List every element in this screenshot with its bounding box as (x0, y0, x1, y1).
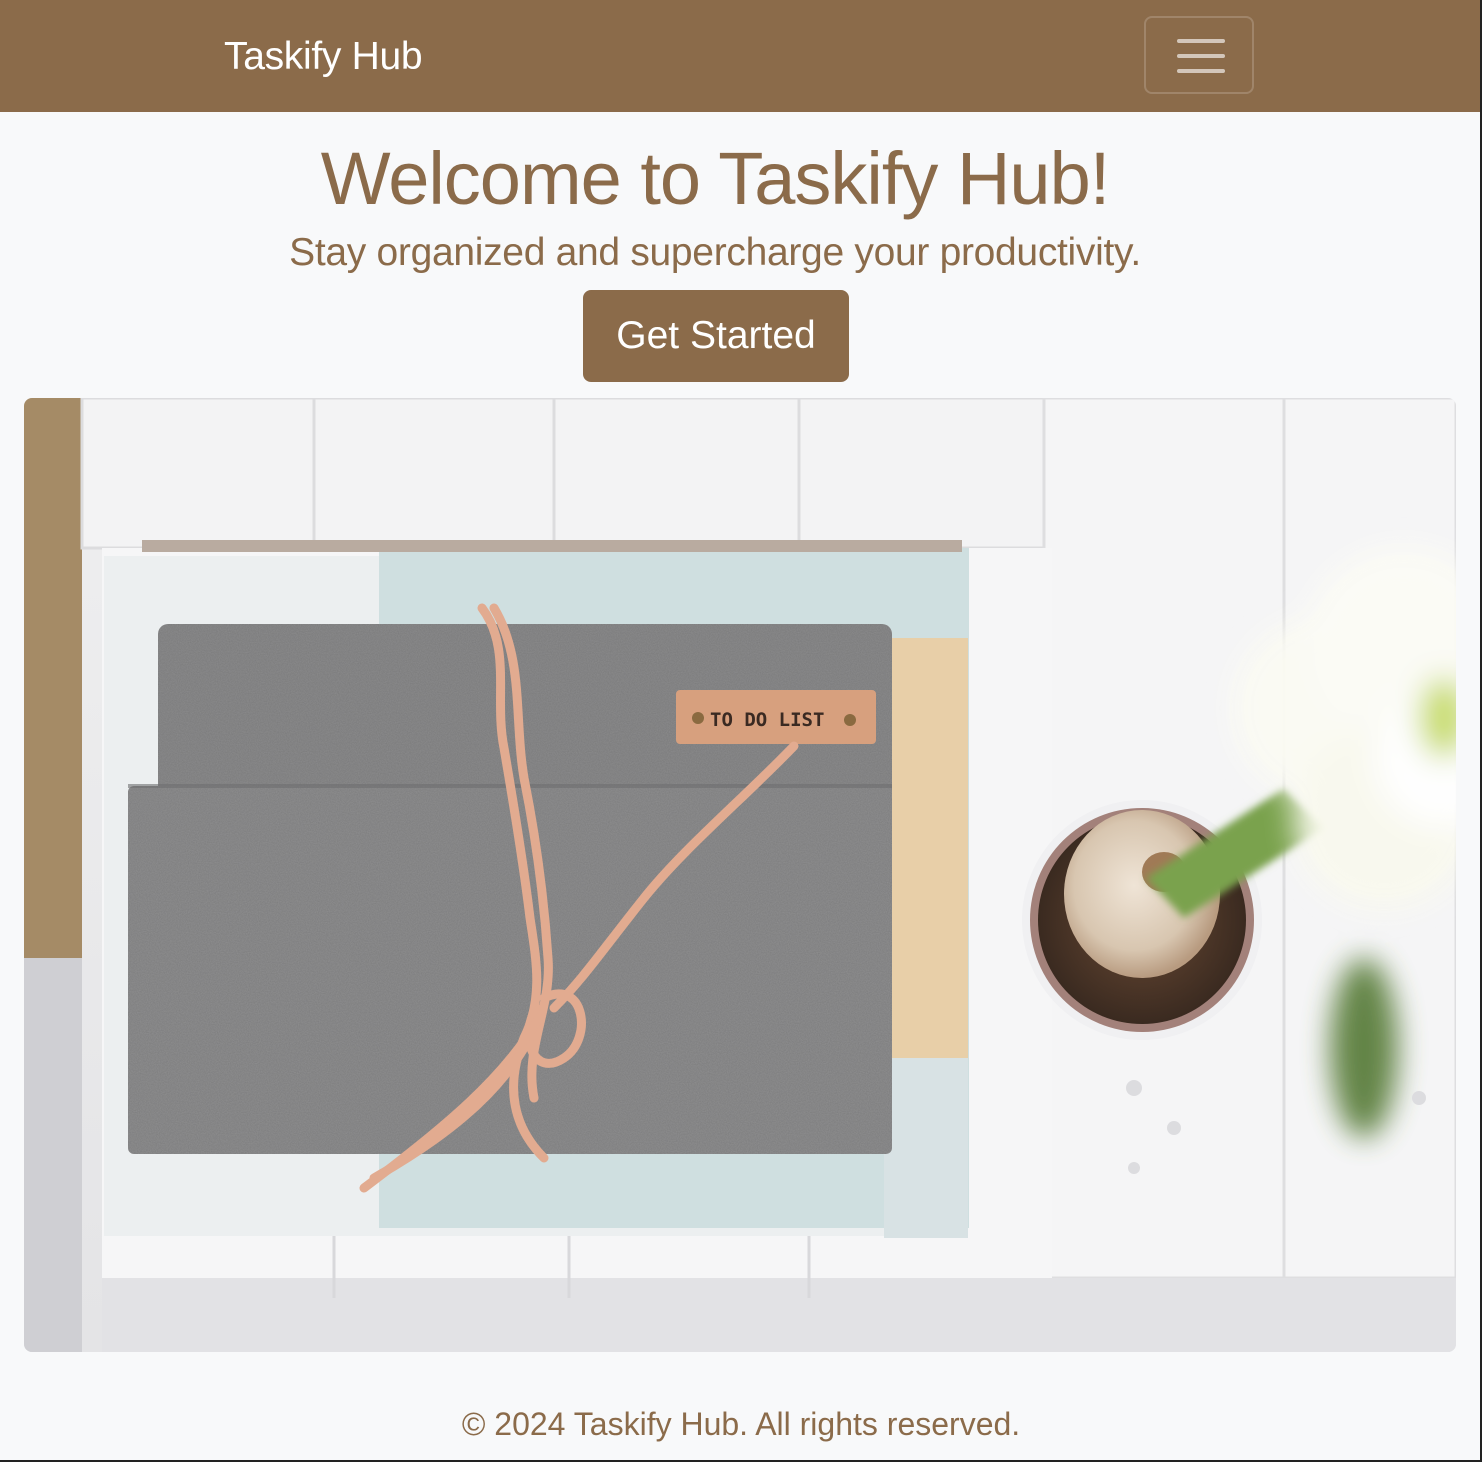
felt-todo-notebook-photo: TO DO LIST (24, 398, 1456, 1352)
hamburger-menu-icon (1177, 39, 1225, 43)
hero-title: Welcome to Taskify Hub! (320, 137, 1111, 220)
footer-copyright: © 2024 Taskify Hub. All rights reserved. (461, 1406, 1021, 1442)
hamburger-menu-icon (1177, 69, 1225, 73)
navbar-toggler-button[interactable] (1144, 16, 1254, 94)
hamburger-menu-icon (1177, 54, 1225, 58)
hero-subtitle: Stay organized and supercharge your prod… (289, 231, 1141, 274)
navbar-brand[interactable]: Taskify Hub (224, 34, 423, 80)
hero-image: TO DO LIST (24, 398, 1456, 1352)
get-started-button[interactable]: Get Started (583, 290, 849, 382)
navbar: Taskify Hub (0, 0, 1482, 112)
todo-list-label: TO DO LIST (710, 709, 824, 731)
